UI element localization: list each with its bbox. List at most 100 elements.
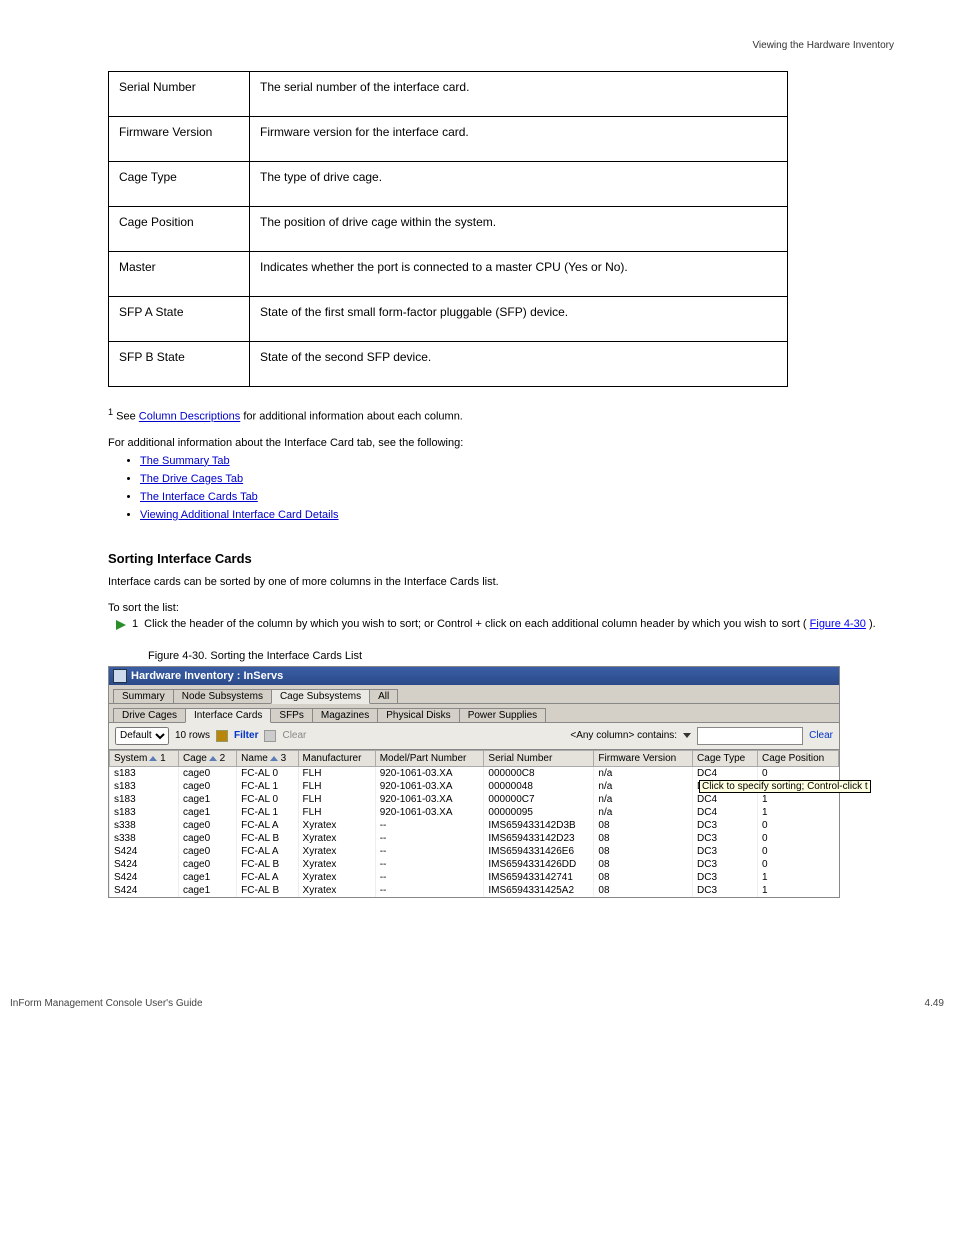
see-also-link[interactable]: The Summary Tab (140, 455, 230, 467)
steps-intro: To sort the list: (108, 602, 894, 614)
window-titlebar: Hardware Inventory : InServs (109, 667, 839, 685)
cell: 0 (757, 832, 838, 845)
cell: 08 (594, 832, 693, 845)
see-also-link[interactable]: Viewing Additional Interface Card Detail… (140, 509, 339, 521)
def-term: SFP A State (109, 297, 250, 342)
col-cage[interactable]: Cage 2 (178, 750, 236, 766)
col-name[interactable]: Name 3 (237, 750, 298, 766)
cell: 08 (594, 845, 693, 858)
section-body: Interface cards can be sorted by one of … (108, 576, 894, 588)
cell: 000000C8 (484, 766, 594, 780)
subtab-power-supplies[interactable]: Power Supplies (459, 708, 546, 722)
cell: cage0 (178, 858, 236, 871)
col-cage-type[interactable]: Cage Type (693, 750, 758, 766)
sort-tooltip: Click to specify sorting; Control-click … (699, 780, 871, 793)
def-desc: Indicates whether the port is connected … (250, 252, 788, 297)
cell: FLH (298, 766, 375, 780)
def-term: Serial Number (109, 72, 250, 117)
table-row[interactable]: s183cage0FC-AL 1FLH920-1061-03.XA0000004… (110, 780, 839, 793)
def-term: SFP B State (109, 342, 250, 387)
cell: DC3 (693, 858, 758, 871)
cell: IMS6594331425A2 (484, 884, 594, 897)
table-row[interactable]: s183cage1FC-AL 1FLH920-1061-03.XA0000009… (110, 806, 839, 819)
table-row[interactable]: S424cage1FC-AL AXyratex--IMS659433142741… (110, 871, 839, 884)
tab-summary[interactable]: Summary (113, 689, 174, 703)
subtab-drive-cages[interactable]: Drive Cages (113, 708, 186, 722)
cell: IMS659433142741 (484, 871, 594, 884)
table-row[interactable]: s183cage1FC-AL 0FLH920-1061-03.XA000000C… (110, 793, 839, 806)
subtab-magazines[interactable]: Magazines (312, 708, 378, 722)
tab-node-subsystems[interactable]: Node Subsystems (173, 689, 272, 703)
see-also-list: The Summary Tab The Drive Cages Tab The In… (140, 455, 894, 521)
cell: FLH (298, 793, 375, 806)
footnote-link[interactable]: Column Descriptions (139, 411, 240, 423)
table-row[interactable]: s338cage0FC-AL AXyratex--IMS659433142D3B… (110, 819, 839, 832)
cell: 08 (594, 819, 693, 832)
cell: -- (375, 884, 484, 897)
view-select[interactable]: Default (115, 727, 169, 745)
tab-cage-subsystems[interactable]: Cage Subsystems (271, 689, 370, 704)
step-number: 1 (132, 618, 138, 630)
cell: FC-AL 0 (237, 766, 298, 780)
cell: -- (375, 819, 484, 832)
def-term: Master (109, 252, 250, 297)
subtab-sfps[interactable]: SFPs (270, 708, 312, 722)
filter-link[interactable]: Filter (234, 730, 258, 741)
table-row[interactable]: S424cage0FC-AL AXyratex--IMS6594331426E6… (110, 845, 839, 858)
subtab-physical-disks[interactable]: Physical Disks (377, 708, 459, 722)
cell: Xyratex (298, 845, 375, 858)
cell: -- (375, 858, 484, 871)
cell: cage0 (178, 766, 236, 780)
cell: FC-AL B (237, 832, 298, 845)
cell: DC3 (693, 884, 758, 897)
cell: cage0 (178, 780, 236, 793)
arrow-right-icon (116, 620, 126, 630)
col-model-part-number[interactable]: Model/Part Number (375, 750, 484, 766)
cell: s183 (110, 793, 179, 806)
col-system[interactable]: System 1 (110, 750, 179, 766)
table-row[interactable]: S424cage1FC-AL BXyratex--IMS6594331425A2… (110, 884, 839, 897)
def-term: Firmware Version (109, 117, 250, 162)
see-also-link[interactable]: The Drive Cages Tab (140, 473, 243, 485)
cell: DC4Click to specify sorting; Control-cli… (693, 780, 758, 793)
cell: n/a (594, 793, 693, 806)
sort-asc-icon (209, 756, 217, 761)
figure-link[interactable]: Figure 4-30 (810, 618, 866, 630)
cell: FC-AL 0 (237, 793, 298, 806)
col-firmware-version[interactable]: Firmware Version (594, 750, 693, 766)
col-cage-position[interactable]: Cage Position (757, 750, 838, 766)
def-desc: The position of drive cage within the sy… (250, 207, 788, 252)
footnote-number: 1 (108, 407, 113, 417)
cell: n/a (594, 806, 693, 819)
cell: s338 (110, 832, 179, 845)
table-row[interactable]: s338cage0FC-AL BXyratex--IMS659433142D23… (110, 832, 839, 845)
cell: FLH (298, 780, 375, 793)
footnote-tail: for additional information about each co… (243, 411, 463, 423)
see-also-link[interactable]: The Interface Cards Tab (140, 491, 258, 503)
clear-icon[interactable] (264, 730, 276, 742)
filter-icon[interactable] (216, 730, 228, 742)
cell: IMS6594331426DD (484, 858, 594, 871)
cell: 00000048 (484, 780, 594, 793)
subtab-interface-cards[interactable]: Interface Cards (185, 708, 271, 723)
table-toolbar: Default 10 rows Filter Clear <Any column… (109, 723, 839, 750)
col-serial-number[interactable]: Serial Number (484, 750, 594, 766)
col-manufacturer[interactable]: Manufacturer (298, 750, 375, 766)
cell: DC4 (693, 766, 758, 780)
cell: DC3 (693, 871, 758, 884)
tab-all[interactable]: All (369, 689, 398, 703)
cell: Xyratex (298, 858, 375, 871)
cell: FC-AL B (237, 858, 298, 871)
search-input[interactable] (697, 727, 803, 745)
def-desc: Firmware version for the interface card. (250, 117, 788, 162)
dropdown-icon[interactable] (683, 733, 691, 738)
table-row[interactable]: s183cage0FC-AL 0FLH920-1061-03.XA000000C… (110, 766, 839, 780)
cell: DC4 (693, 806, 758, 819)
cell: Xyratex (298, 819, 375, 832)
table-row[interactable]: S424cage0FC-AL BXyratex--IMS6594331426DD… (110, 858, 839, 871)
clear-link[interactable]: Clear (809, 730, 833, 741)
cell: 1 (757, 884, 838, 897)
def-term: Cage Type (109, 162, 250, 207)
cell: 000000C7 (484, 793, 594, 806)
cell: FC-AL 1 (237, 780, 298, 793)
